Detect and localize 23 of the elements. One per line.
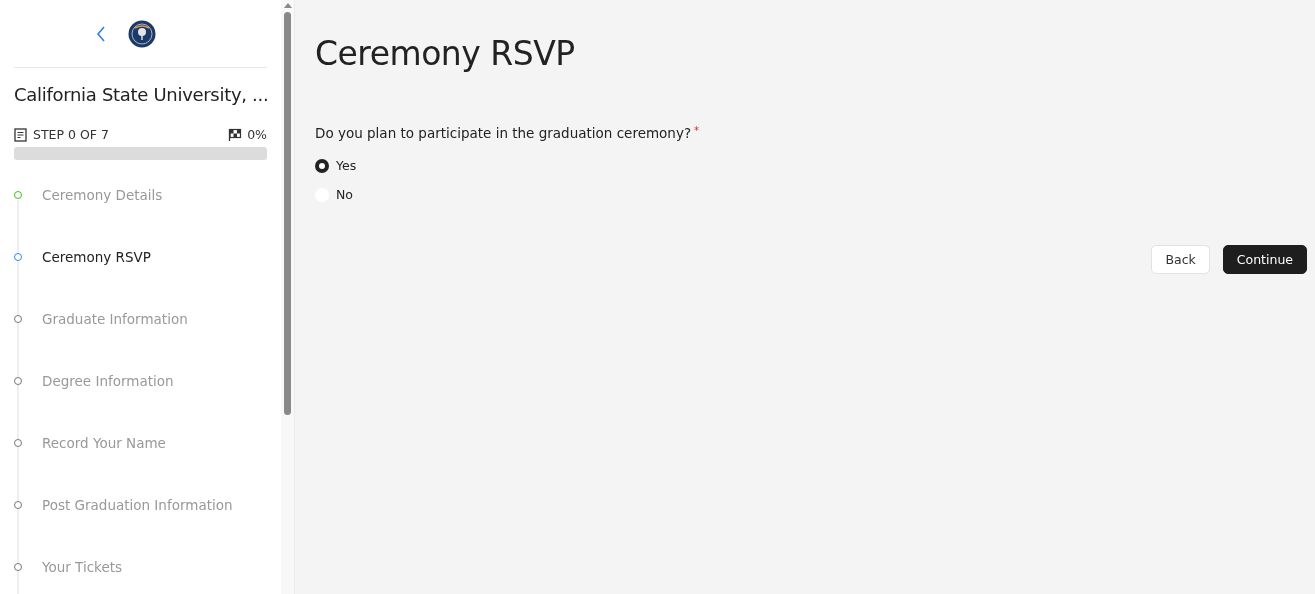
step-item[interactable]: Ceremony Details	[42, 187, 163, 203]
step-item[interactable]: Graduate Information	[42, 311, 188, 327]
continue-button[interactable]: Continue	[1222, 245, 1307, 274]
step-counter: STEP 0 OF 7	[33, 127, 109, 142]
step-item[interactable]: Post Graduation Information	[42, 497, 233, 513]
option-label: Yes	[336, 158, 357, 173]
scrollbar-thumb[interactable]	[284, 12, 291, 415]
checkered-flag-icon	[228, 127, 243, 142]
question-text: Do you plan to participate in the graduation ceremony?	[315, 125, 692, 141]
step-item[interactable]: Ceremony RSVP	[42, 249, 151, 265]
radio-button[interactable]	[315, 158, 329, 173]
step-item[interactable]: Degree Information	[42, 373, 174, 389]
required-mark: *	[694, 125, 700, 136]
seal-logo	[127, 19, 156, 48]
progress-percent: 0%	[247, 127, 267, 142]
step-item[interactable]: Record Your Name	[42, 435, 166, 451]
option-label: No	[336, 187, 353, 202]
scroll-up-icon[interactable]	[283, 2, 292, 8]
document-icon	[14, 127, 28, 142]
step-item[interactable]: Your Tickets	[42, 559, 123, 575]
page-title: Ceremony RSVP	[315, 34, 576, 73]
university-name: California State University, ...	[14, 84, 267, 105]
back-button[interactable]: Back	[1151, 245, 1210, 274]
